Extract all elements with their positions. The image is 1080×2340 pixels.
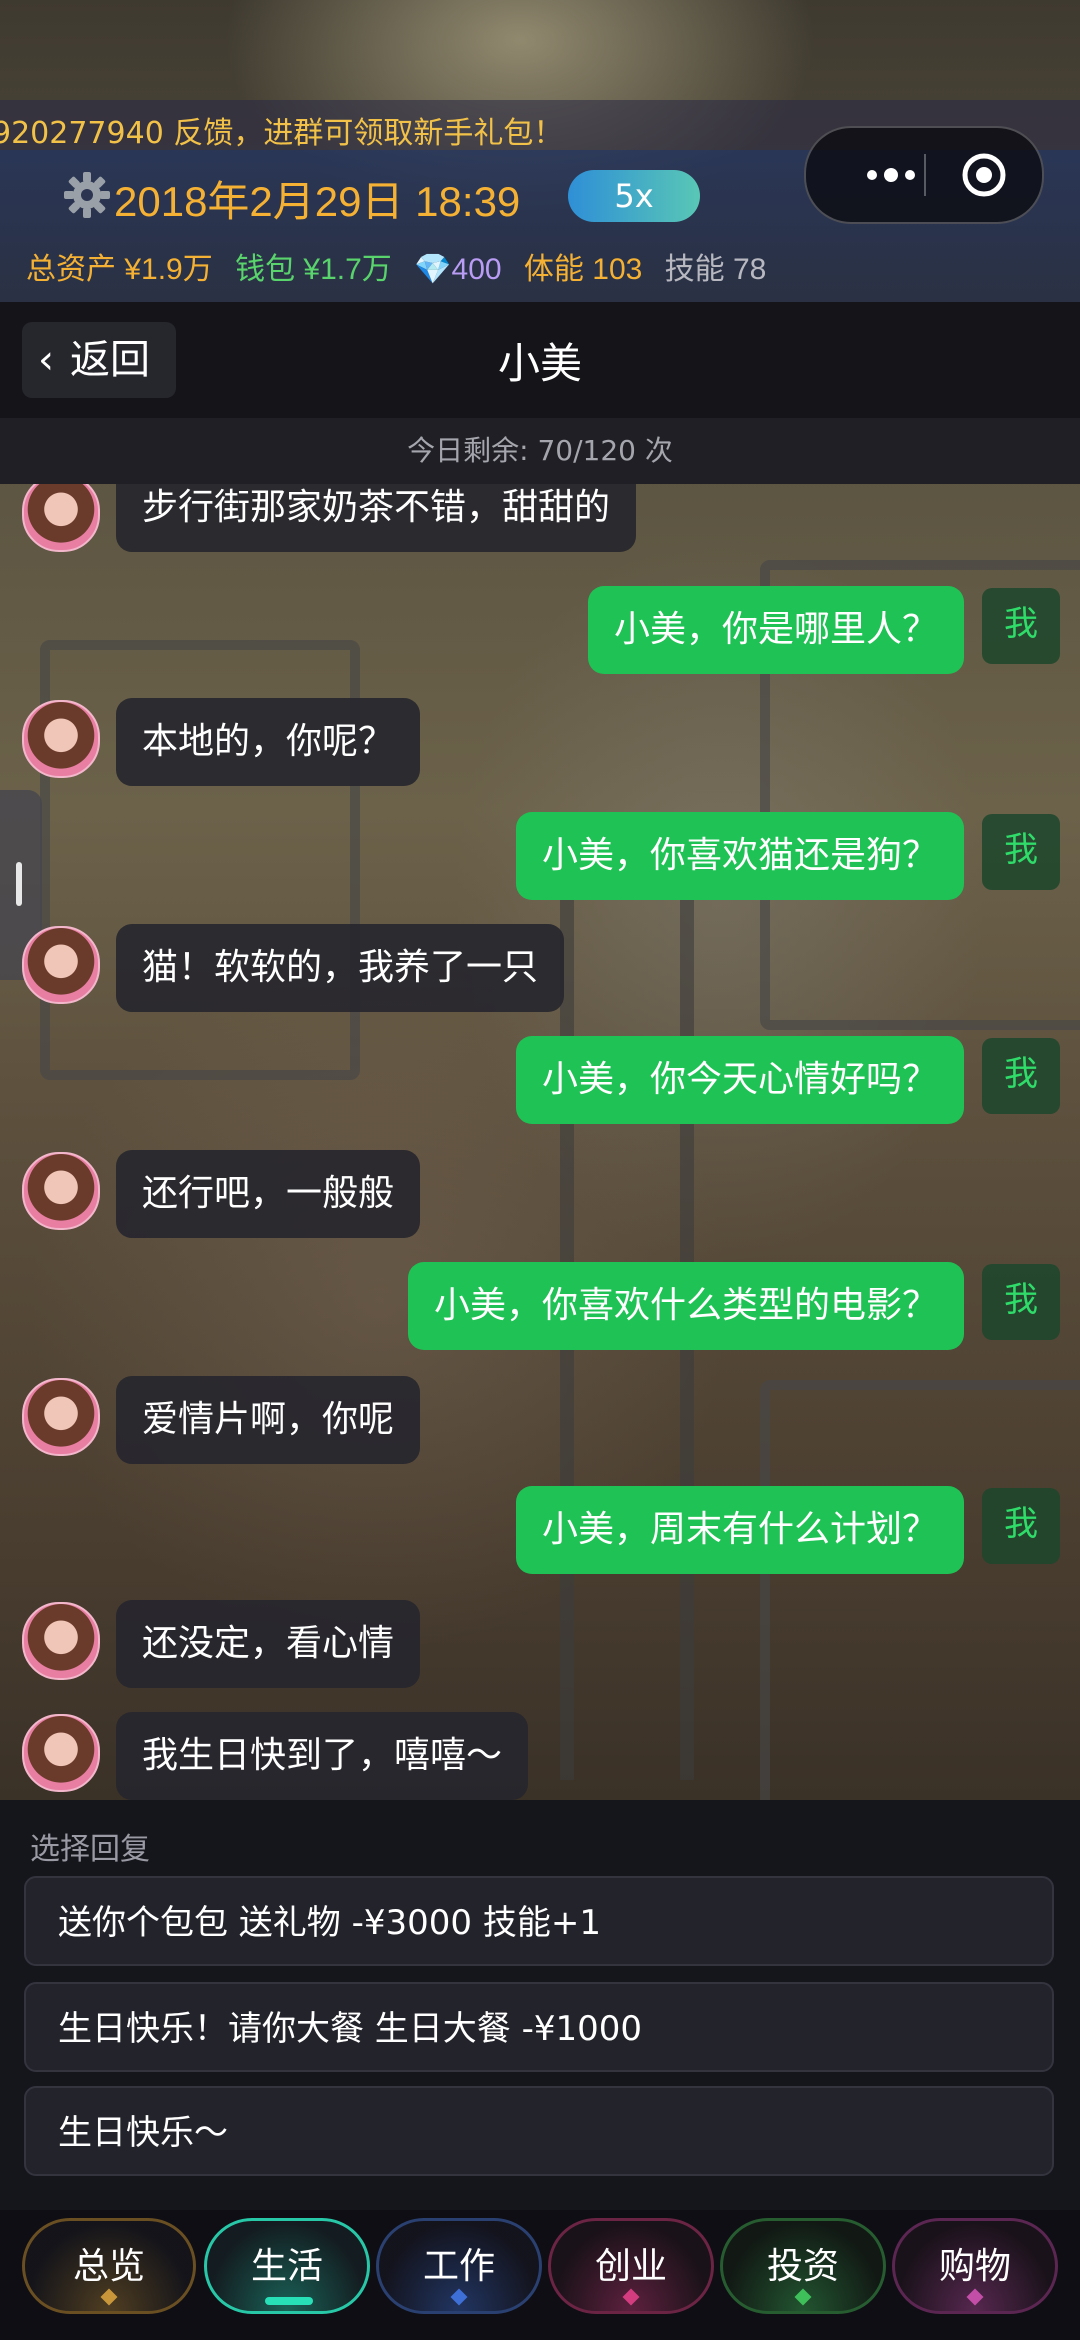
stamina: 体能 103 (523, 253, 643, 286)
reply-option-dinner[interactable]: 生日快乐！请你大餐 生日大餐 -¥1000 (24, 1982, 1054, 2072)
page-title: 小美 (497, 339, 582, 388)
avatar (22, 700, 100, 778)
daily-quota: 今日剩余: 70/120 次 (0, 418, 1080, 484)
tab-label: 投资 (766, 2246, 839, 2287)
back-label: 返回 (70, 337, 150, 383)
message-bubble: 小美，你喜欢什么类型的电影？ (407, 1262, 964, 1350)
tab-pip-icon (622, 2288, 640, 2306)
skill: 技能 78 (664, 253, 767, 286)
tab-work[interactable]: 工作 (376, 2218, 542, 2314)
game-datetime: 2018年2月29日 18:39 (114, 178, 521, 225)
diamond-stat: 💎400 (414, 253, 501, 286)
tab-pip-icon (100, 2288, 118, 2306)
total-assets: 总资产 ¥1.9万 (26, 253, 213, 286)
avatar (22, 1378, 100, 1456)
stats-row: 总资产 ¥1.9万 钱包 ¥1.7万 💎400 体能 103 技能 78 (26, 244, 780, 288)
wallet: 钱包 ¥1.7万 (235, 253, 392, 286)
message-bubble: 猫！软软的，我养了一只 (116, 924, 565, 1012)
me-tag: 我 (982, 1264, 1060, 1340)
message-bubble: 我生日快到了，嘻嘻～ (116, 1712, 529, 1800)
tab-label: 生活 (250, 2246, 323, 2287)
avatar (22, 1152, 100, 1230)
tab-label: 创业 (594, 2246, 667, 2287)
me-tag: 我 (982, 1038, 1060, 1114)
me-tag: 我 (982, 814, 1060, 890)
message-bubble: 小美，周末有什么计划？ (515, 1486, 964, 1574)
avatar (22, 1602, 100, 1680)
close-miniprogram-icon[interactable] (961, 152, 1007, 202)
tab-label: 购物 (938, 2246, 1011, 2287)
tab-pip-icon (966, 2288, 984, 2306)
reply-option-gift[interactable]: 送你个包包 送礼物 -¥3000 技能+1 (24, 1876, 1054, 1966)
tab-overview[interactable]: 总览 (22, 2218, 196, 2314)
message-bubble: 小美，你今天心情好吗？ (515, 1036, 964, 1124)
active-indicator (265, 2297, 313, 2305)
message-bubble: 小美，你是哪里人？ (587, 586, 964, 674)
speed-button[interactable]: 5x (568, 170, 700, 222)
tab-label: 工作 (422, 2246, 495, 2287)
reply-label: 选择回复 (30, 1832, 150, 1867)
chevron-left-icon: ‹ (38, 337, 54, 383)
message-bubble: 步行街那家奶茶不错，甜甜的 (116, 484, 637, 552)
diamond-icon: 💎 (414, 253, 452, 286)
message-bubble: 还没定，看心情 (116, 1600, 421, 1688)
message-bubble: 还行吧，一般般 (116, 1150, 421, 1238)
back-button[interactable]: ‹ 返回 (22, 322, 176, 398)
tab-startup[interactable]: 创业 (548, 2218, 714, 2314)
diamond-count: 400 (451, 253, 502, 286)
message-bubble: 小美，你喜欢猫还是狗？ (515, 812, 964, 900)
chat-area[interactable]: 步行街那家奶茶不错，甜甜的 小美，你是哪里人？ 我 本地的，你呢？ 小美，你喜欢… (0, 484, 1080, 1800)
reply-option-greeting[interactable]: 生日快乐～ (24, 2086, 1054, 2176)
gear-icon[interactable] (62, 170, 112, 224)
me-tag: 我 (982, 588, 1060, 664)
me-tag: 我 (982, 1488, 1060, 1564)
tab-pip-icon (794, 2288, 812, 2306)
avatar (22, 1714, 100, 1792)
avatar (22, 484, 100, 552)
tab-label: 总览 (72, 2246, 145, 2287)
tab-shopping[interactable]: 购物 (892, 2218, 1058, 2314)
message-bubble: 本地的，你呢？ (116, 698, 421, 786)
tab-life[interactable]: 生活 (204, 2218, 370, 2314)
tab-invest[interactable]: 投资 (720, 2218, 886, 2314)
avatar (22, 926, 100, 1004)
miniprogram-capsule (804, 126, 1044, 224)
capsule-divider (924, 154, 926, 196)
message-bubble: 爱情片啊，你呢 (116, 1376, 421, 1464)
tab-pip-icon (450, 2288, 468, 2306)
more-icon[interactable] (864, 158, 918, 196)
notice-text: 920277940 反馈，进群可领取新手礼包！ (0, 116, 564, 150)
